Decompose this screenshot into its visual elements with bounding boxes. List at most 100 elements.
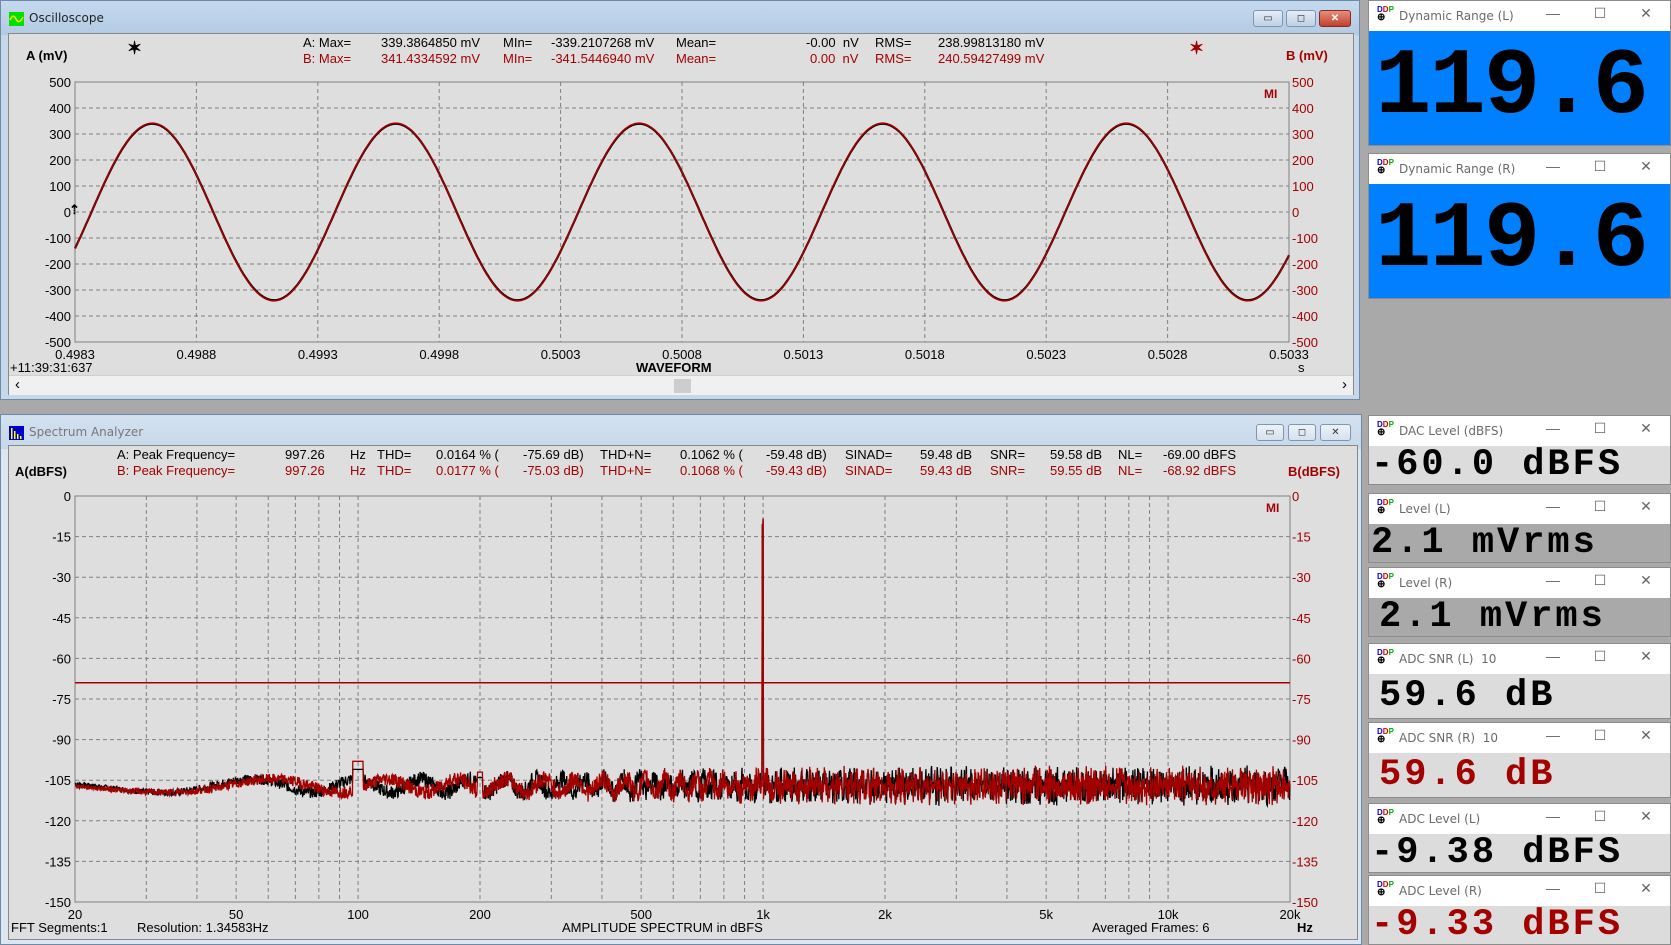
meter-window[interactable]: DDP⊕ Dynamic Range (L) — ☐ ✕ 119.6 dB (1368, 0, 1671, 146)
meter-value: -9.38 dBFS (1369, 834, 1670, 872)
meter-titlebar[interactable]: DDP ⊕ ADC SNR (R) 10 — ☐ ✕ (1369, 723, 1670, 753)
meter-window[interactable]: DDP ⊕ ADC SNR (L) 10 — ☐ ✕ 59.6 dB (1368, 643, 1671, 719)
maximize-icon[interactable]: ☐ (1590, 808, 1610, 825)
meter-window[interactable]: DDP ⊕ Level (R) — ☐ ✕ 2.1 mVrms (1368, 567, 1671, 637)
x-tick-label: 0.5023 (1026, 347, 1066, 362)
maximize-icon[interactable]: ☐ (1590, 727, 1610, 744)
ddp-icon: DDP ⊕ (1377, 727, 1394, 745)
close-icon[interactable]: ✕ (1636, 5, 1656, 22)
meter-titlebar[interactable]: DDP ⊕ DAC Level (dBFS) — ☐ ✕ (1369, 416, 1670, 446)
minimize-icon[interactable]: — (1543, 808, 1563, 824)
ddp-icon: DDP ⊕ (1377, 158, 1394, 176)
spectrum-xunit: Hz (1297, 920, 1313, 935)
oscilloscope-titlebar[interactable]: Oscilloscope ▭ ◻ ✕ (1, 1, 1359, 35)
minimize-icon[interactable]: — (1543, 880, 1563, 896)
x-tick-label: 5k (1039, 907, 1053, 922)
y-tick-label: 400 (49, 101, 71, 116)
meter-value: 2.1 mVrms (1369, 598, 1670, 636)
y-tick-label: -400 (45, 309, 71, 324)
y2-tick-label: -120 (1292, 814, 1318, 829)
y-tick-label: 500 (49, 75, 71, 90)
restore-button[interactable]: ◻ (1288, 424, 1316, 441)
meter-title: ADC SNR (L) 10 (1399, 652, 1497, 666)
ddp-icon: DDP ⊕ (1377, 808, 1394, 826)
meter-window[interactable]: DDP ⊕ ADC Level (L) — ☐ ✕ -9.38 dBFS (1368, 803, 1671, 873)
maximize-icon[interactable]: ☐ (1590, 5, 1610, 22)
spectrum-xlabel: AMPLITUDE SPECTRUM in dBFS (562, 920, 763, 935)
minimize-icon[interactable]: — (1543, 158, 1563, 174)
y-tick-label: -200 (45, 257, 71, 272)
meter-titlebar[interactable]: DDP ⊕ ADC SNR (L) 10 — ☐ ✕ (1369, 644, 1670, 674)
spectrum-titlebar[interactable]: Spectrum Analyzer ▭ ◻ ✕ (1, 415, 1361, 449)
close-button[interactable]: ✕ (1320, 424, 1351, 441)
fft-segments: FFT Segments:1 (11, 920, 108, 935)
scroll-right-arrow[interactable]: › (1342, 376, 1347, 393)
minimize-button[interactable]: ▭ (1253, 10, 1283, 27)
spectrum-series-B (74, 518, 1291, 806)
y-tick-label: 300 (49, 127, 71, 142)
y-tick-label: -15 (52, 530, 71, 545)
meter-titlebar[interactable]: DDP ⊕ ADC Level (R) — ☐ ✕ (1369, 876, 1670, 906)
maximize-icon[interactable]: ☐ (1590, 498, 1610, 515)
ddp-icon: DDP ⊕ (1377, 648, 1394, 666)
meter-titlebar[interactable]: DDP ⊕ Dynamic Range (L) — ☐ ✕ (1369, 1, 1670, 31)
spectrum-plot[interactable]: 20 50 100 200 500 1k 2k 5k 10k 20k0 0-15 -15-30 -30-… (9, 446, 1359, 941)
maximize-icon[interactable]: ☐ (1590, 572, 1610, 589)
meter-window[interactable]: DDP ⊕ ADC Level (R) — ☐ ✕ -9.33 dBFS (1368, 875, 1671, 945)
horizontal-scrollbar[interactable]: ‹ › (9, 375, 1353, 395)
minimize-button[interactable]: ▭ (1256, 424, 1284, 441)
meter-titlebar[interactable]: DDP ⊕ Level (R) — ☐ ✕ (1369, 568, 1670, 598)
y2-tick-label: 100 (1292, 179, 1314, 194)
minimize-icon[interactable]: — (1543, 5, 1563, 21)
x-tick-label: 0.5028 (1148, 347, 1188, 362)
y2-tick-label: -100 (1292, 231, 1318, 246)
close-icon[interactable]: ✕ (1636, 727, 1656, 744)
meter-window[interactable]: DDP ⊕ Level (L) — ☐ ✕ 2.1 mVrms (1368, 493, 1671, 563)
meter-window[interactable]: DDP ⊕ ADC SNR (R) 10 — ☐ ✕ 59.6 dB (1368, 722, 1671, 798)
y2-tick-label: -135 (1292, 854, 1318, 869)
close-icon[interactable]: ✕ (1636, 572, 1656, 589)
y2-tick-label: -400 (1292, 309, 1318, 324)
meter-title: Dynamic Range (R) (1399, 162, 1516, 176)
restore-button[interactable]: ◻ (1286, 10, 1316, 27)
maximize-icon[interactable]: ☐ (1590, 158, 1610, 175)
meter-titlebar[interactable]: DDP ⊕ ADC Level (L) — ☐ ✕ (1369, 804, 1670, 834)
close-button[interactable]: ✕ (1319, 10, 1351, 27)
minimize-icon[interactable]: — (1543, 572, 1563, 588)
meter-window[interactable]: DDP⊕ Dynamic Range (R) — ☐ ✕ 119.6 dB (1368, 153, 1671, 299)
minimize-icon: ▭ (1265, 427, 1275, 438)
oscilloscope-client: A (mV) B (mV) ✶ ✶ A: Max= 339.3864850 mV… (8, 33, 1354, 395)
minimize-icon[interactable]: — (1543, 727, 1563, 743)
close-icon[interactable]: ✕ (1636, 158, 1656, 175)
meter-value: 59.6 dB (1369, 753, 1670, 797)
meter-value: 2.1 mVrms (1369, 524, 1670, 562)
close-icon[interactable]: ✕ (1636, 420, 1656, 437)
scroll-left-arrow[interactable]: ‹ (15, 376, 20, 393)
close-icon[interactable]: ✕ (1636, 808, 1656, 825)
meter-title: Level (L) (1399, 502, 1451, 516)
maximize-icon[interactable]: ☐ (1590, 648, 1610, 665)
meter-titlebar[interactable]: DDP ⊕ Dynamic Range (R) — ☐ ✕ (1369, 154, 1670, 184)
ddp-icon: DDP ⊕ (1377, 498, 1394, 516)
x-tick-label: 0.5003 (541, 347, 581, 362)
x-tick-label: 2k (878, 907, 892, 922)
minimize-icon[interactable]: — (1543, 648, 1563, 664)
close-icon[interactable]: ✕ (1636, 648, 1656, 665)
minimize-icon[interactable]: — (1543, 420, 1563, 436)
meter-titlebar[interactable]: DDP ⊕ Level (L) — ☐ ✕ (1369, 494, 1670, 524)
y-tick-label: -100 (45, 231, 71, 246)
y-tick-label: -30 (52, 570, 71, 585)
maximize-icon[interactable]: ☐ (1590, 880, 1610, 897)
meter-window[interactable]: DDP ⊕ DAC Level (dBFS) — ☐ ✕ -60.0 dBFS (1368, 415, 1671, 485)
spectrum-series-A (74, 518, 1291, 808)
scrollbar-thumb[interactable] (674, 379, 691, 393)
meter-value: -60.0 dBFS (1369, 446, 1670, 484)
maximize-icon[interactable]: ☐ (1590, 420, 1610, 437)
close-icon[interactable]: ✕ (1636, 498, 1656, 515)
y-tick-label: -45 (52, 611, 71, 626)
minimize-icon[interactable]: — (1543, 498, 1563, 514)
y2-tick-label: 200 (1292, 153, 1314, 168)
close-icon[interactable]: ✕ (1636, 880, 1656, 897)
waveform-plot[interactable]: 0.4983 0.4988 0.4993 0.4998 0.5003 0.5008 0.50… (9, 34, 1355, 374)
trigger-marker: ⇡ (69, 202, 80, 217)
